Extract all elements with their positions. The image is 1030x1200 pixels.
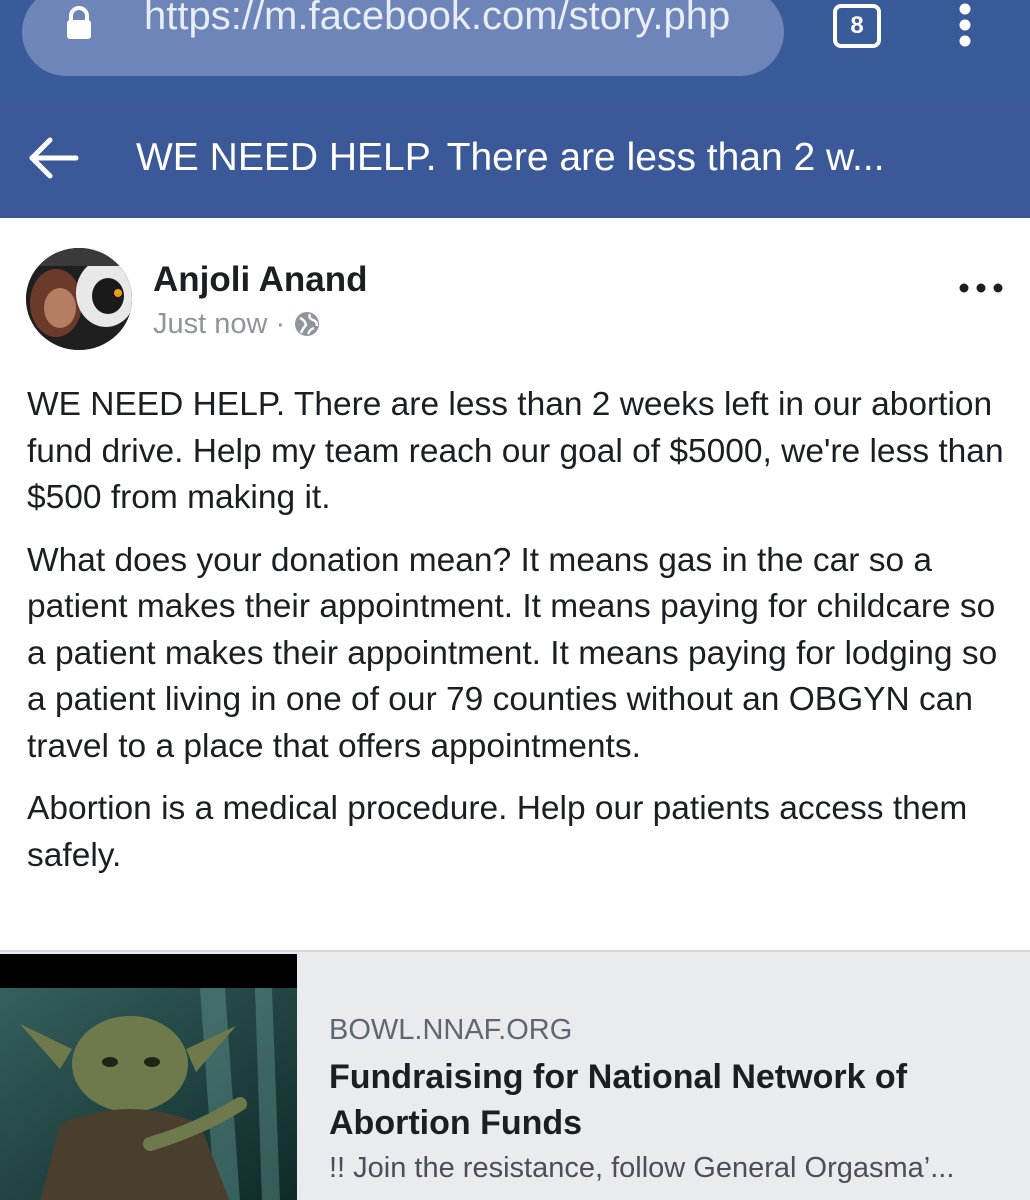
post-paragraph: Abortion is a medical procedure. Help ou… <box>27 790 968 874</box>
browser-menu-icon[interactable] <box>950 2 980 52</box>
link-preview-card[interactable]: BOWL.NNAF.ORG Fundraising for National N… <box>0 950 1030 1200</box>
post-paragraph: WE NEED HELP. There are less than 2 week… <box>27 386 1004 516</box>
post-options-icon[interactable] <box>958 278 1004 298</box>
post-paragraph: What does your donation mean? It means g… <box>27 541 998 765</box>
post-meta: Just now · <box>153 306 321 342</box>
author-name[interactable]: Anjoli Anand <box>153 260 368 300</box>
link-domain: BOWL.NNAF.ORG <box>329 1014 573 1046</box>
link-preview-image[interactable] <box>0 954 297 1200</box>
lock-icon <box>67 6 91 39</box>
browser-toolbar: https://m.facebook.com/story.php 8 <box>0 0 1030 98</box>
link-description: !! Join the resistance, follow General O… <box>329 1152 955 1184</box>
story-header: WE NEED HELP. There are less than 2 w... <box>0 98 1030 218</box>
post-body: WE NEED HELP. There are less than 2 week… <box>27 382 1012 895</box>
url-text[interactable]: https://m.facebook.com/story.php <box>144 0 780 38</box>
header-title: WE NEED HELP. There are less than 2 w... <box>136 136 885 179</box>
meta-separator: · <box>275 308 286 340</box>
timestamp[interactable]: Just now <box>153 306 267 342</box>
avatar[interactable] <box>26 248 132 350</box>
back-arrow-icon[interactable] <box>28 136 80 180</box>
address-bar[interactable]: https://m.facebook.com/story.php <box>22 0 784 76</box>
tab-switcher-button[interactable]: 8 <box>833 4 881 48</box>
globe-icon <box>295 312 320 336</box>
link-title[interactable]: Fundraising for National Network of Abor… <box>329 1054 969 1146</box>
